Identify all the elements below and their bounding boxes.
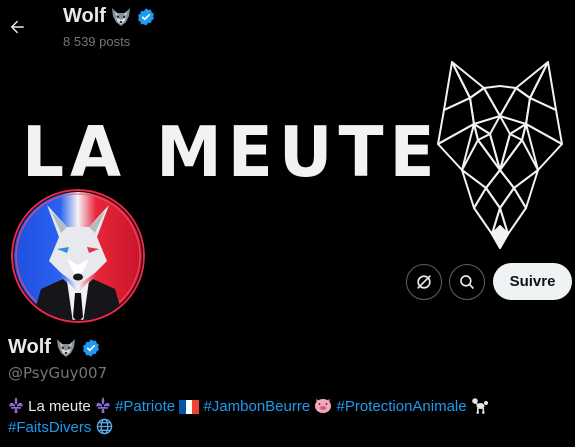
search-icon [460, 275, 474, 289]
header-posts-count: 8 539 posts [63, 34, 130, 49]
verified-badge-icon[interactable] [81, 338, 101, 358]
wolf-emoji-icon [111, 7, 130, 26]
hashtag-faitsdivers[interactable]: #FaitsDivers [8, 419, 91, 436]
hashtag-protectionanimale[interactable]: #ProtectionAnimale [337, 398, 467, 415]
avatar[interactable] [11, 189, 145, 323]
arrow-left-icon [10, 20, 24, 34]
wolf-emoji-icon [56, 338, 75, 357]
banner-title: LA MEUTE [22, 112, 441, 193]
pig-face-icon [315, 399, 332, 413]
profile-bio: La meute #Patriote #JambonBeurre #Protec… [8, 396, 568, 438]
profile-page: Wolf 8 539 posts LA MEUTE Suivre Wolf @P… [0, 0, 575, 447]
back-button[interactable] [2, 8, 32, 46]
user-handle: @PsyGuy007 [8, 364, 108, 382]
display-name-text: Wolf [8, 336, 51, 358]
hashtag-patriote[interactable]: #Patriote [115, 398, 175, 415]
wolf-suit-avatar-image [11, 189, 145, 323]
header-name-text: Wolf [63, 5, 106, 27]
fleur-de-lis-icon [96, 397, 110, 413]
posts-label: posts [99, 34, 131, 49]
hashtag-jambonbeurre[interactable]: #JambonBeurre [203, 398, 310, 415]
grok-icon [417, 275, 431, 289]
profile-header: Wolf 8 539 posts [0, 0, 575, 56]
fleur-de-lis-icon [9, 397, 23, 413]
globe-icon [96, 418, 112, 435]
verified-badge-icon [138, 7, 154, 26]
bio-text: La meute [28, 398, 91, 415]
geometric-wolf-logo [437, 61, 563, 249]
france-flag-icon [179, 400, 200, 414]
header-title: Wolf [63, 5, 156, 28]
grok-button[interactable] [406, 264, 442, 300]
follow-button[interactable]: Suivre [493, 263, 572, 300]
display-name: Wolf [8, 336, 101, 359]
poodle-icon [471, 398, 488, 414]
posts-count: 8 539 [63, 34, 96, 49]
search-button[interactable] [449, 264, 485, 300]
